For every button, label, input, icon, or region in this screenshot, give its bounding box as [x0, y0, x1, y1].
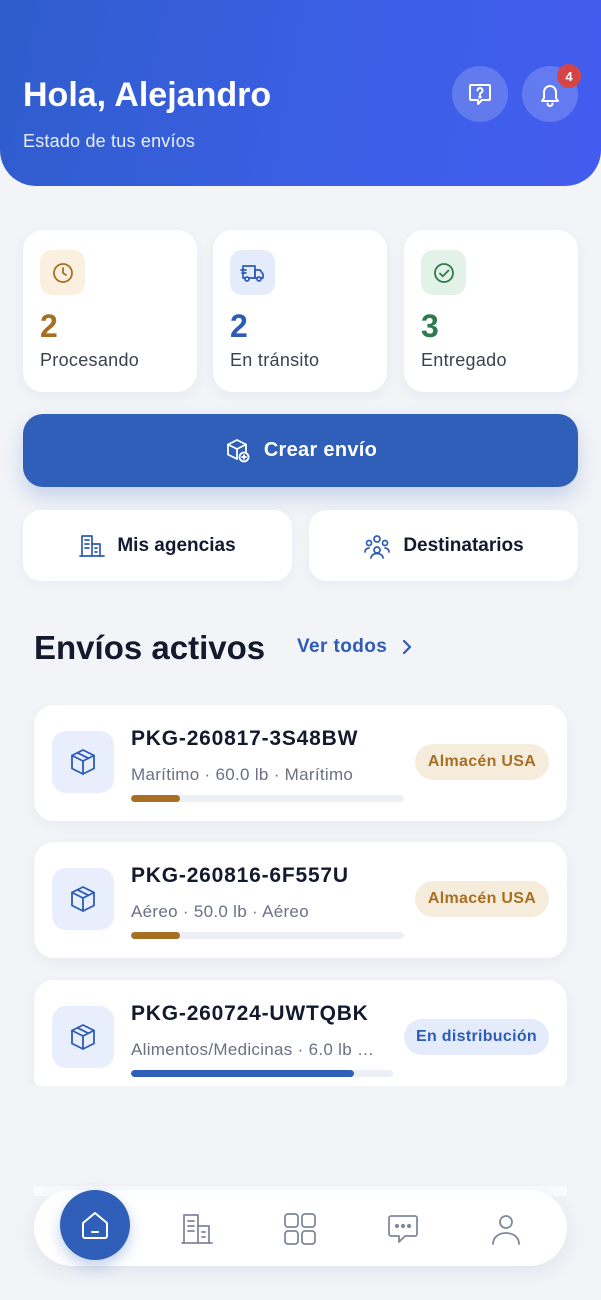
stat-label: Procesando	[40, 350, 140, 370]
recipients-button[interactable]: Destinatarios	[309, 510, 578, 581]
status-badge: Almacén USA	[415, 881, 549, 917]
stat-icon-box	[230, 250, 275, 295]
nav-home[interactable]	[60, 1190, 130, 1260]
nav-messages[interactable]	[378, 1204, 428, 1254]
shipment-id: PKG-260817-3S48BW	[131, 727, 359, 750]
stat-icon-box	[421, 250, 466, 295]
shipment-progress	[131, 1070, 393, 1077]
shipments-list[interactable]: PKG-260817-3S48BW Marítimo · 60.0 lb · M…	[0, 690, 601, 1086]
section-title: Envíos activos	[34, 629, 266, 666]
shipment-id: PKG-260724-UWTQBK	[131, 1002, 369, 1025]
progress-fill	[131, 795, 181, 802]
shipment-card[interactable]: PKG-260724-UWTQBK Alimentos/Medicinas · …	[34, 980, 567, 1086]
package-add-icon	[226, 438, 250, 462]
shipment-meta: Marítimo · 60.0 lb · Marítimo	[131, 765, 354, 784]
header-subtitle: Estado de tus envíos	[23, 131, 196, 151]
agencies-icon	[79, 534, 106, 557]
shipment-meta: Alimentos/Medicinas · 6.0 lb …	[131, 1040, 375, 1059]
stat-value: 3	[421, 308, 439, 344]
help-chat-icon	[469, 84, 491, 105]
status-badge: En distribución	[404, 1019, 549, 1055]
help-button[interactable]	[452, 66, 508, 122]
package-icon	[71, 1024, 95, 1050]
progress-fill	[131, 932, 181, 939]
stat-label: En tránsito	[230, 350, 320, 370]
package-icon-box	[52, 1006, 114, 1068]
progress-fill	[131, 1070, 354, 1077]
header: Hola, Alejandro Estado de tus envíos	[0, 0, 601, 186]
my-agencies-label: Mis agencias	[117, 534, 236, 556]
create-shipment-button[interactable]: Crear envío	[23, 414, 578, 487]
chat-icon	[388, 1215, 418, 1243]
stat-card-processing[interactable]: 2 Procesando	[23, 230, 197, 392]
package-icon	[71, 749, 95, 775]
shipment-progress	[131, 932, 404, 939]
home-icon	[82, 1212, 108, 1239]
stat-card-in-transit[interactable]: 2 En tránsito	[213, 230, 387, 392]
profile-icon	[492, 1215, 520, 1245]
grid-icon	[284, 1213, 316, 1245]
stat-card-delivered[interactable]: 3 Entregado	[404, 230, 578, 392]
greeting: Hola, Alejandro	[23, 76, 272, 114]
shipment-card[interactable]: PKG-260816-6F557U Aéreo · 50.0 lb · Aére…	[34, 842, 567, 958]
package-icon-box	[52, 731, 114, 793]
notification-count-badge: 4	[557, 64, 581, 88]
nav-agencies[interactable]	[172, 1204, 222, 1254]
shipment-progress	[131, 795, 404, 802]
truck-icon	[239, 264, 264, 282]
check-circle-icon	[433, 262, 454, 283]
package-icon	[71, 886, 95, 912]
see-all-link[interactable]: Ver todos	[297, 636, 413, 658]
stat-value: 2	[40, 308, 58, 344]
shipment-id: PKG-260816-6F557U	[131, 864, 349, 887]
status-badge: Almacén USA	[415, 744, 549, 780]
stat-icon-box	[40, 250, 85, 295]
chevron-right-icon	[403, 639, 412, 655]
package-icon-box	[52, 868, 114, 930]
stat-label: Entregado	[421, 350, 507, 370]
users-icon	[364, 534, 391, 559]
nav-grid[interactable]	[275, 1204, 325, 1254]
see-all-label: Ver todos	[297, 636, 388, 657]
shipment-meta: Aéreo · 50.0 lb · Aéreo	[131, 902, 309, 921]
my-agencies-button[interactable]: Mis agencias	[23, 510, 292, 581]
agencies-icon	[181, 1214, 213, 1244]
create-shipment-label: Crear envío	[263, 439, 378, 461]
recipients-label: Destinatarios	[403, 534, 524, 556]
shipment-card[interactable]: PKG-260817-3S48BW Marítimo · 60.0 lb · M…	[34, 705, 567, 821]
clock-icon	[52, 262, 73, 283]
stat-value: 2	[230, 308, 248, 344]
nav-profile[interactable]	[481, 1204, 531, 1254]
